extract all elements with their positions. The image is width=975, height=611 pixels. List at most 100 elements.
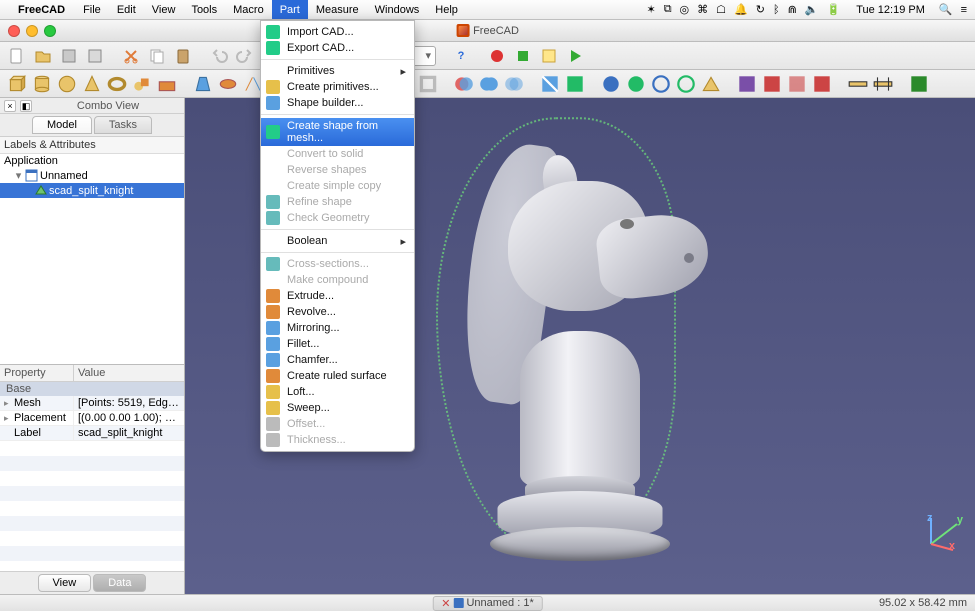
torus-icon[interactable] xyxy=(106,73,128,95)
macro-edit-button[interactable] xyxy=(538,45,560,67)
tree-document[interactable]: ▾ Unnamed xyxy=(0,168,184,183)
tab-data[interactable]: Data xyxy=(93,574,146,592)
property-value[interactable]: [Points: 5519, Edges:... xyxy=(74,396,184,410)
tree-root[interactable]: Application xyxy=(0,154,184,168)
new-button[interactable] xyxy=(6,45,28,67)
tree-twisty-icon[interactable]: ▾ xyxy=(14,169,23,182)
macro-run-button[interactable] xyxy=(564,45,586,67)
menu-item[interactable]: Primitives▸ xyxy=(261,63,414,79)
menu-item[interactable]: Chamfer... xyxy=(261,352,414,368)
menu-item[interactable]: Revolve... xyxy=(261,304,414,320)
part-icon-1[interactable] xyxy=(600,73,622,95)
thickness-icon[interactable] xyxy=(417,73,439,95)
close-tab-icon[interactable]: ✕ xyxy=(441,597,450,610)
app-name[interactable]: FreeCAD xyxy=(18,4,65,16)
zoom-button[interactable] xyxy=(44,25,56,37)
undo-button[interactable] xyxy=(208,45,230,67)
part-icon-3[interactable] xyxy=(650,73,672,95)
boolean-common-icon[interactable] xyxy=(503,73,525,95)
bluetooth-icon[interactable]: ᛒ xyxy=(773,4,780,16)
copy-button[interactable] xyxy=(146,45,168,67)
status-icon[interactable]: ✶ xyxy=(646,3,655,16)
tab-view[interactable]: View xyxy=(38,574,92,592)
wifi-icon[interactable]: ⋒ xyxy=(788,3,797,16)
menu-item[interactable]: Create shape from mesh... xyxy=(261,118,414,146)
sync-icon[interactable]: ↻ xyxy=(756,3,765,16)
menu-item[interactable]: Boolean▸ xyxy=(261,233,414,249)
menu-item[interactable]: Sweep... xyxy=(261,400,414,416)
menu-item[interactable]: Create ruled surface xyxy=(261,368,414,384)
shapebuilder-icon[interactable] xyxy=(156,73,178,95)
knight-mesh[interactable] xyxy=(450,131,710,561)
menu-windows[interactable]: Windows xyxy=(367,0,428,19)
minimize-button[interactable] xyxy=(26,25,38,37)
boolean-union-icon[interactable] xyxy=(478,73,500,95)
dropbox-icon[interactable]: ⧉ xyxy=(664,3,672,16)
part-icon-2[interactable] xyxy=(625,73,647,95)
menu-item[interactable]: Loft... xyxy=(261,384,414,400)
view-icon-3[interactable] xyxy=(786,73,808,95)
check-icon[interactable] xyxy=(908,73,930,95)
cut-button[interactable] xyxy=(120,45,142,67)
paste-button[interactable] xyxy=(172,45,194,67)
menu-item[interactable]: Create primitives... xyxy=(261,79,414,95)
view-icon-2[interactable] xyxy=(761,73,783,95)
section-icon[interactable] xyxy=(539,73,561,95)
menu-item[interactable]: Shape builder... xyxy=(261,95,414,111)
menu-item[interactable]: Fillet... xyxy=(261,336,414,352)
cone-icon[interactable] xyxy=(81,73,103,95)
tab-tasks[interactable]: Tasks xyxy=(94,116,152,134)
battery-icon[interactable]: 🔋 xyxy=(826,3,840,16)
menu-view[interactable]: View xyxy=(144,0,184,19)
expand-icon[interactable]: ▸ xyxy=(4,398,12,409)
revolve-icon[interactable] xyxy=(217,73,239,95)
macro-stop-button[interactable] xyxy=(512,45,534,67)
notification-center-icon[interactable]: ≡ xyxy=(961,4,967,16)
panel-undock-button[interactable]: ◧ xyxy=(20,100,32,112)
clock[interactable]: Tue 12:19 PM xyxy=(856,4,925,16)
whatsthis-button[interactable]: ? xyxy=(450,45,472,67)
model-tree[interactable]: Application ▾ Unnamed scad_split_knight xyxy=(0,154,184,364)
tree-item-selected[interactable]: scad_split_knight xyxy=(0,183,184,198)
menu-edit[interactable]: Edit xyxy=(109,0,144,19)
cube-icon[interactable] xyxy=(6,73,28,95)
tab-model[interactable]: Model xyxy=(32,116,92,134)
menu-file[interactable]: File xyxy=(75,0,109,19)
menu-item[interactable]: Export CAD... xyxy=(261,40,414,56)
menu-help[interactable]: Help xyxy=(427,0,466,19)
redo-button[interactable] xyxy=(234,45,256,67)
menu-item[interactable]: Extrude... xyxy=(261,288,414,304)
view-icon-4[interactable] xyxy=(811,73,833,95)
menu-tools[interactable]: Tools xyxy=(183,0,225,19)
status-icon[interactable]: ◎ xyxy=(680,3,690,16)
property-value[interactable]: scad_split_knight xyxy=(74,426,184,440)
primitives-icon[interactable] xyxy=(131,73,153,95)
property-row[interactable]: ▸Mesh [Points: 5519, Edges:... xyxy=(0,396,184,411)
spotlight-icon[interactable]: 🔍 xyxy=(939,3,953,16)
bell-icon[interactable]: 🔔 xyxy=(734,3,748,16)
menu-measure[interactable]: Measure xyxy=(308,0,367,19)
cylinder-icon[interactable] xyxy=(31,73,53,95)
menu-item[interactable]: Import CAD... xyxy=(261,24,414,40)
property-row[interactable]: Label scad_split_knight xyxy=(0,426,184,441)
crosssection-icon[interactable] xyxy=(564,73,586,95)
part-icon-4[interactable] xyxy=(675,73,697,95)
close-button[interactable] xyxy=(8,25,20,37)
property-row[interactable]: ▸Placement [(0.00 0.00 1.00); 1... xyxy=(0,411,184,426)
volume-icon[interactable]: 🔈 xyxy=(805,3,819,16)
menu-part[interactable]: Part xyxy=(272,0,308,19)
macro-record-button[interactable] xyxy=(486,45,508,67)
open-button[interactable] xyxy=(32,45,54,67)
status-icon[interactable]: ☖ xyxy=(716,3,726,16)
document-tab[interactable]: ✕ Unnamed : 1* xyxy=(432,596,542,611)
panel-close-button[interactable]: × xyxy=(4,100,16,112)
measure-icon-1[interactable] xyxy=(847,73,869,95)
view-icon-1[interactable] xyxy=(736,73,758,95)
saveas-button[interactable] xyxy=(84,45,106,67)
sphere-icon[interactable] xyxy=(56,73,78,95)
extrude-icon[interactable] xyxy=(192,73,214,95)
measure-icon-2[interactable] xyxy=(872,73,894,95)
property-value[interactable]: [(0.00 0.00 1.00); 1... xyxy=(74,411,184,425)
boolean-cut-icon[interactable] xyxy=(453,73,475,95)
menu-item[interactable]: Mirroring... xyxy=(261,320,414,336)
